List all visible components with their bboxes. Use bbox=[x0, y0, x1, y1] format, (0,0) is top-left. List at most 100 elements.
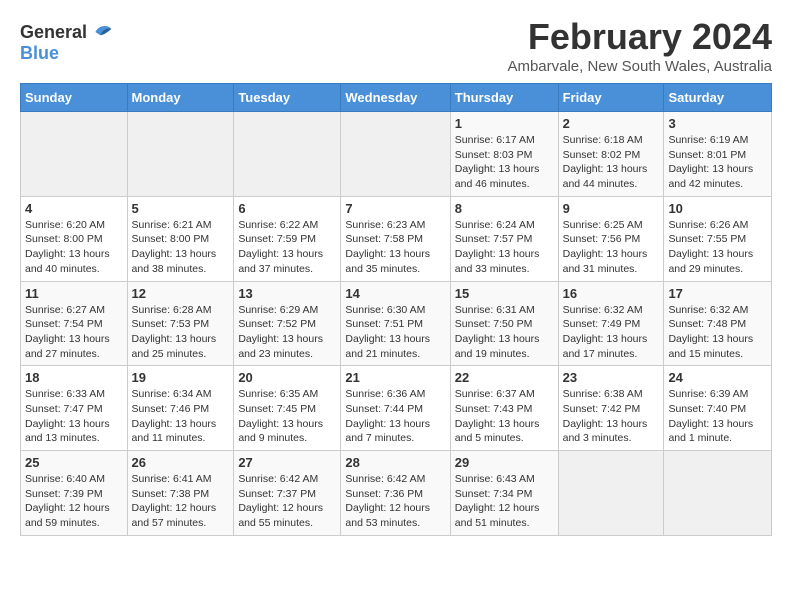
calendar-cell: 1Sunrise: 6:17 AMSunset: 8:03 PMDaylight… bbox=[450, 112, 558, 197]
calendar-cell: 26Sunrise: 6:41 AMSunset: 7:38 PMDayligh… bbox=[127, 451, 234, 536]
calendar-cell bbox=[558, 451, 664, 536]
logo-bird-icon bbox=[89, 20, 113, 44]
weekday-header-row: SundayMondayTuesdayWednesdayThursdayFrid… bbox=[21, 84, 772, 112]
day-number: 10 bbox=[668, 201, 767, 216]
calendar-cell bbox=[664, 451, 772, 536]
calendar-cell: 13 Sunrise: 6:29 AMSunset: 7:52 PMDayligh… bbox=[234, 281, 341, 366]
day-number: 29 bbox=[455, 455, 554, 470]
calendar-cell: 28 Sunrise: 6:42 AMSunset: 7:36 PMDayligh… bbox=[341, 451, 450, 536]
page-title: February 2024 bbox=[507, 16, 772, 58]
calendar-cell: 2 Sunrise: 6:18 AMSunset: 8:02 PMDaylight… bbox=[558, 112, 664, 197]
weekday-header-sunday: Sunday bbox=[21, 84, 128, 112]
day-info: Sunrise: 6:32 AMSunset: 7:48 PMDaylight:… bbox=[668, 303, 767, 362]
day-info: Sunrise: 6:31 AMSunset: 7:50 PMDaylight:… bbox=[455, 303, 554, 362]
page-subtitle: Ambarvale, New South Wales, Australia bbox=[507, 58, 772, 75]
calendar-cell: 25 Sunrise: 6:40 AMSunset: 7:39 PMDayligh… bbox=[21, 451, 128, 536]
day-info: Sunrise: 6:20 AMSunset: 8:00 PMDaylight:… bbox=[25, 218, 123, 277]
calendar-cell: 9 Sunrise: 6:25 AMSunset: 7:56 PMDaylight… bbox=[558, 196, 664, 281]
calendar-cell bbox=[341, 112, 450, 197]
calendar-cell: 29 Sunrise: 6:43 AMSunset: 7:34 PMDayligh… bbox=[450, 451, 558, 536]
calendar-cell: 10Sunrise: 6:26 AMSunset: 7:55 PMDayligh… bbox=[664, 196, 772, 281]
day-info: Sunrise: 6:33 AMSunset: 7:47 PMDaylight:… bbox=[25, 387, 123, 446]
day-number: 27 bbox=[238, 455, 336, 470]
day-info: Sunrise: 6:35 AMSunset: 7:45 PMDaylight:… bbox=[238, 387, 336, 446]
calendar-week-row: 4 Sunrise: 6:20 AMSunset: 8:00 PMDaylight… bbox=[21, 196, 772, 281]
day-info: Sunrise: 6:43 AMSunset: 7:34 PMDaylight:… bbox=[455, 472, 554, 531]
calendar-week-row: 18 Sunrise: 6:33 AMSunset: 7:47 PMDayligh… bbox=[21, 366, 772, 451]
weekday-header-thursday: Thursday bbox=[450, 84, 558, 112]
calendar-cell: 14 Sunrise: 6:30 AMSunset: 7:51 PMDayligh… bbox=[341, 281, 450, 366]
day-info: Sunrise: 6:25 AMSunset: 7:56 PMDaylight:… bbox=[563, 218, 660, 277]
day-info: Sunrise: 6:28 AMSunset: 7:53 PMDaylight:… bbox=[132, 303, 230, 362]
calendar-week-row: 1Sunrise: 6:17 AMSunset: 8:03 PMDaylight… bbox=[21, 112, 772, 197]
calendar-cell: 4 Sunrise: 6:20 AMSunset: 8:00 PMDaylight… bbox=[21, 196, 128, 281]
day-number: 1 bbox=[455, 116, 554, 131]
day-info: Sunrise: 6:42 AMSunset: 7:36 PMDaylight:… bbox=[345, 472, 445, 531]
day-number: 3 bbox=[668, 116, 767, 131]
day-number: 6 bbox=[238, 201, 336, 216]
day-number: 25 bbox=[25, 455, 123, 470]
day-number: 12 bbox=[132, 286, 230, 301]
day-number: 14 bbox=[345, 286, 445, 301]
day-info: Sunrise: 6:18 AMSunset: 8:02 PMDaylight:… bbox=[563, 133, 660, 192]
calendar-cell: 16 Sunrise: 6:32 AMSunset: 7:49 PMDayligh… bbox=[558, 281, 664, 366]
calendar-cell: 3 Sunrise: 6:19 AMSunset: 8:01 PMDaylight… bbox=[664, 112, 772, 197]
calendar-cell: 8Sunrise: 6:24 AMSunset: 7:57 PMDaylight… bbox=[450, 196, 558, 281]
weekday-header-tuesday: Tuesday bbox=[234, 84, 341, 112]
calendar-week-row: 25 Sunrise: 6:40 AMSunset: 7:39 PMDayligh… bbox=[21, 451, 772, 536]
day-info: Sunrise: 6:23 AMSunset: 7:58 PMDaylight:… bbox=[345, 218, 445, 277]
calendar-cell: 24 Sunrise: 6:39 AMSunset: 7:40 PMDayligh… bbox=[664, 366, 772, 451]
calendar-cell bbox=[21, 112, 128, 197]
header-area: General Blue February 2024 Ambarvale, Ne… bbox=[20, 16, 772, 75]
day-number: 21 bbox=[345, 370, 445, 385]
day-info: Sunrise: 6:34 AMSunset: 7:46 PMDaylight:… bbox=[132, 387, 230, 446]
calendar-cell: 21 Sunrise: 6:36 AMSunset: 7:44 PMDayligh… bbox=[341, 366, 450, 451]
day-info: Sunrise: 6:27 AMSunset: 7:54 PMDaylight:… bbox=[25, 303, 123, 362]
day-info: Sunrise: 6:29 AMSunset: 7:52 PMDaylight:… bbox=[238, 303, 336, 362]
day-number: 20 bbox=[238, 370, 336, 385]
day-number: 18 bbox=[25, 370, 123, 385]
calendar-table: SundayMondayTuesdayWednesdayThursdayFrid… bbox=[20, 83, 772, 536]
day-info: Sunrise: 6:32 AMSunset: 7:49 PMDaylight:… bbox=[563, 303, 660, 362]
calendar-cell bbox=[234, 112, 341, 197]
day-info: Sunrise: 6:41 AMSunset: 7:38 PMDaylight:… bbox=[132, 472, 230, 531]
logo: General Blue bbox=[20, 20, 113, 64]
day-info: Sunrise: 6:22 AMSunset: 7:59 PMDaylight:… bbox=[238, 218, 336, 277]
day-number: 4 bbox=[25, 201, 123, 216]
calendar-cell: 17 Sunrise: 6:32 AMSunset: 7:48 PMDayligh… bbox=[664, 281, 772, 366]
day-number: 28 bbox=[345, 455, 445, 470]
calendar-cell: 5Sunrise: 6:21 AMSunset: 8:00 PMDaylight… bbox=[127, 196, 234, 281]
title-area: February 2024 Ambarvale, New South Wales… bbox=[507, 16, 772, 75]
logo-text-blue: Blue bbox=[20, 43, 59, 63]
day-info: Sunrise: 6:42 AMSunset: 7:37 PMDaylight:… bbox=[238, 472, 336, 531]
calendar-cell: 19 Sunrise: 6:34 AMSunset: 7:46 PMDayligh… bbox=[127, 366, 234, 451]
day-info: Sunrise: 6:40 AMSunset: 7:39 PMDaylight:… bbox=[25, 472, 123, 531]
calendar-cell: 11 Sunrise: 6:27 AMSunset: 7:54 PMDayligh… bbox=[21, 281, 128, 366]
calendar-cell: 20 Sunrise: 6:35 AMSunset: 7:45 PMDayligh… bbox=[234, 366, 341, 451]
day-number: 9 bbox=[563, 201, 660, 216]
day-number: 2 bbox=[563, 116, 660, 131]
day-number: 11 bbox=[25, 286, 123, 301]
weekday-header-friday: Friday bbox=[558, 84, 664, 112]
calendar-cell: 12 Sunrise: 6:28 AMSunset: 7:53 PMDayligh… bbox=[127, 281, 234, 366]
day-info: Sunrise: 6:24 AMSunset: 7:57 PMDaylight:… bbox=[455, 218, 554, 277]
weekday-header-wednesday: Wednesday bbox=[341, 84, 450, 112]
day-info: Sunrise: 6:19 AMSunset: 8:01 PMDaylight:… bbox=[668, 133, 767, 192]
day-number: 17 bbox=[668, 286, 767, 301]
calendar-cell bbox=[127, 112, 234, 197]
day-number: 24 bbox=[668, 370, 767, 385]
day-number: 13 bbox=[238, 286, 336, 301]
day-info: Sunrise: 6:38 AMSunset: 7:42 PMDaylight:… bbox=[563, 387, 660, 446]
day-info: Sunrise: 6:21 AMSunset: 8:00 PMDaylight:… bbox=[132, 218, 230, 277]
day-info: Sunrise: 6:37 AMSunset: 7:43 PMDaylight:… bbox=[455, 387, 554, 446]
day-number: 16 bbox=[563, 286, 660, 301]
calendar-cell: 7Sunrise: 6:23 AMSunset: 7:58 PMDaylight… bbox=[341, 196, 450, 281]
logo-text-general: General bbox=[20, 23, 87, 41]
day-info: Sunrise: 6:39 AMSunset: 7:40 PMDaylight:… bbox=[668, 387, 767, 446]
day-number: 23 bbox=[563, 370, 660, 385]
day-number: 22 bbox=[455, 370, 554, 385]
day-info: Sunrise: 6:36 AMSunset: 7:44 PMDaylight:… bbox=[345, 387, 445, 446]
day-info: Sunrise: 6:30 AMSunset: 7:51 PMDaylight:… bbox=[345, 303, 445, 362]
day-number: 19 bbox=[132, 370, 230, 385]
weekday-header-saturday: Saturday bbox=[664, 84, 772, 112]
